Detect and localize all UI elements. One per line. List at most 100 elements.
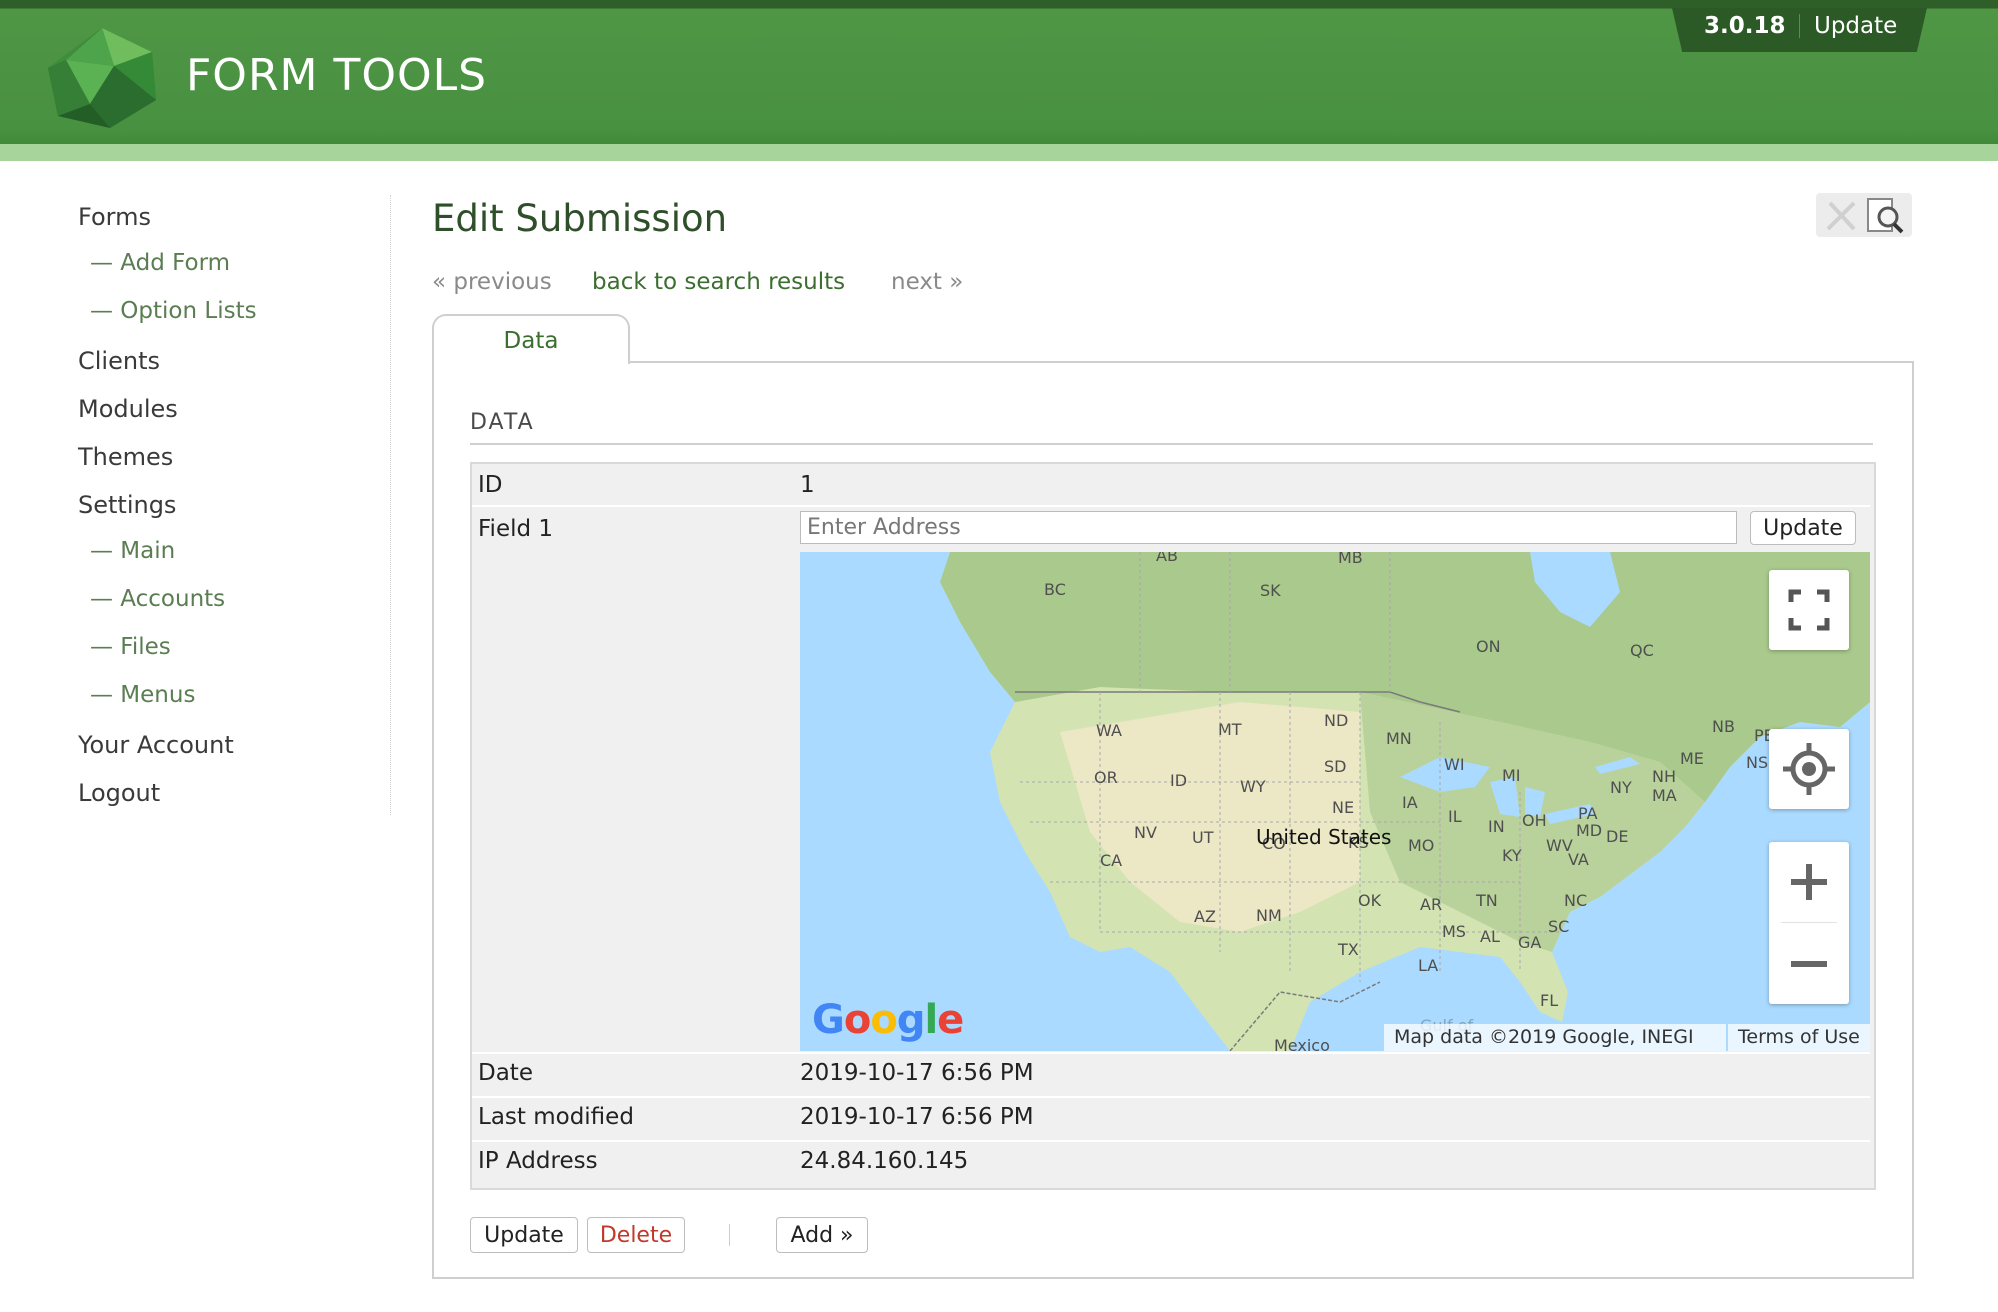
map-label-in: IN (1488, 817, 1505, 836)
toolbar-icons (1816, 193, 1912, 237)
map-label-sc: SC (1548, 917, 1569, 936)
map-label-nc: NC (1564, 891, 1587, 910)
zoom-out-icon[interactable] (1769, 924, 1849, 1004)
map-label-az: AZ (1194, 907, 1216, 926)
version-number: 3.0.18 (1704, 13, 1786, 39)
version-update-link[interactable]: Update (1814, 13, 1897, 39)
map-label-mo: MO (1408, 836, 1434, 855)
row-separator (472, 1052, 1870, 1054)
sidebar-item-option-lists[interactable]: — Option Lists (90, 298, 257, 324)
sidebar-item-themes[interactable]: Themes (78, 443, 173, 471)
map-label-fl: FL (1540, 991, 1558, 1010)
map-label-id: ID (1170, 771, 1187, 790)
map-fullscreen-button[interactable] (1769, 570, 1849, 650)
map-label-md: MD (1576, 821, 1602, 840)
google-logo: Google (812, 997, 964, 1043)
wrench-icon[interactable] (1824, 199, 1860, 233)
map-label-ma: MA (1652, 786, 1677, 805)
field-value-ip-address: 24.84.160.145 (800, 1148, 969, 1174)
pager-previous[interactable]: « previous (432, 269, 552, 295)
map-label-wy: WY (1240, 777, 1266, 796)
zoom-in-icon[interactable] (1769, 842, 1849, 922)
map-label-nm: NM (1256, 906, 1282, 925)
field-label-field1: Field 1 (478, 516, 554, 542)
field-label-ip-address: IP Address (478, 1148, 598, 1174)
address-search-input[interactable] (800, 511, 1737, 544)
search-icon[interactable] (1866, 197, 1906, 235)
form-tools-logo-icon (48, 28, 156, 128)
sidebar-item-accounts[interactable]: — Accounts (90, 586, 225, 612)
map-label-mn: MN (1386, 729, 1412, 748)
map-label-or: OR (1094, 768, 1118, 787)
map-label-al: AL (1480, 927, 1500, 946)
map-label-mi: MI (1502, 766, 1521, 785)
tab-data[interactable]: Data (432, 314, 630, 364)
field-value-id: 1 (800, 472, 815, 498)
field-label-date: Date (478, 1060, 533, 1086)
sidebar-item-menus[interactable]: — Menus (90, 682, 195, 708)
map-label-nh: NH (1652, 767, 1676, 786)
map-canvas[interactable]: AB MB BC SK ON QC WA MT ND MN NB PE NS M… (800, 552, 1870, 1051)
app-header: FORM TOOLS 3.0.18 Update (0, 0, 1998, 161)
map-label-ca: CA (1100, 851, 1122, 870)
map-zoom-control (1769, 842, 1849, 1004)
map-label-ms: MS (1442, 922, 1466, 941)
sidebar-item-add-form[interactable]: — Add Form (90, 250, 230, 276)
map-label-nd: ND (1324, 711, 1348, 730)
map-label-nv: NV (1134, 823, 1157, 842)
update-button[interactable]: Update (470, 1217, 578, 1253)
sidebar-item-logout[interactable]: Logout (78, 779, 160, 807)
address-update-button[interactable]: Update (1750, 511, 1856, 545)
app-logo-text: FORM TOOLS (186, 50, 488, 101)
page-title: Edit Submission (432, 197, 728, 240)
add-button[interactable]: Add » (776, 1217, 868, 1253)
header-stripe (0, 144, 1998, 161)
field-value-date: 2019-10-17 6:56 PM (800, 1060, 1034, 1086)
map-label-mexico: Mexico (1274, 1036, 1330, 1051)
map-label-wa: WA (1096, 721, 1122, 740)
sidebar-divider (390, 195, 391, 815)
map-label-country: United States (1256, 825, 1391, 849)
sidebar-item-files[interactable]: — Files (90, 634, 171, 660)
map-label-ar: AR (1420, 895, 1442, 914)
sidebar-item-settings[interactable]: Settings (78, 491, 176, 519)
version-separator (1799, 14, 1800, 38)
row-separator (472, 1096, 1870, 1098)
sidebar-item-clients[interactable]: Clients (78, 347, 160, 375)
map-label-oh: OH (1522, 811, 1547, 830)
my-location-icon (1783, 743, 1835, 795)
map-attribution: Map data ©2019 Google, INEGI (1384, 1024, 1726, 1051)
sidebar-item-modules[interactable]: Modules (78, 395, 178, 423)
map-label-mb: MB (1338, 552, 1363, 567)
map-label-ny: NY (1610, 778, 1632, 797)
map-terms-link[interactable]: Terms of Use (1728, 1024, 1870, 1051)
sidebar-item-main[interactable]: — Main (90, 538, 175, 564)
section-heading: DATA (470, 410, 535, 435)
map-my-location-button[interactable] (1769, 729, 1849, 809)
map-label-ga: GA (1518, 933, 1541, 952)
delete-button[interactable]: Delete (587, 1217, 685, 1253)
map-label-sk: SK (1260, 581, 1281, 600)
sidebar-item-your-account[interactable]: Your Account (78, 731, 234, 759)
map-label-va: VA (1568, 850, 1589, 869)
map-label-il: IL (1448, 807, 1462, 826)
map-label-ab: AB (1156, 552, 1178, 565)
google-map[interactable]: AB MB BC SK ON QC WA MT ND MN NB PE NS M… (800, 552, 1870, 1051)
map-label-ns: NS (1746, 753, 1768, 772)
fullscreen-icon (1788, 589, 1830, 631)
pager-back-to-results[interactable]: back to search results (592, 269, 845, 295)
pager-next[interactable]: next » (891, 269, 963, 295)
map-label-bc: BC (1044, 580, 1066, 599)
map-label-wi: WI (1444, 755, 1465, 774)
map-label-nb: NB (1712, 717, 1735, 736)
map-label-ok: OK (1358, 891, 1382, 910)
field-label-last-modified: Last modified (478, 1104, 634, 1130)
zoom-divider (1781, 922, 1837, 923)
map-label-tx: TX (1337, 940, 1359, 959)
map-label-tn: TN (1475, 891, 1498, 910)
map-label-ky: KY (1502, 846, 1522, 865)
map-label-de: DE (1606, 827, 1628, 846)
row-separator (472, 505, 1870, 507)
map-label-qc: QC (1630, 641, 1654, 660)
sidebar-item-forms[interactable]: Forms (78, 203, 151, 231)
